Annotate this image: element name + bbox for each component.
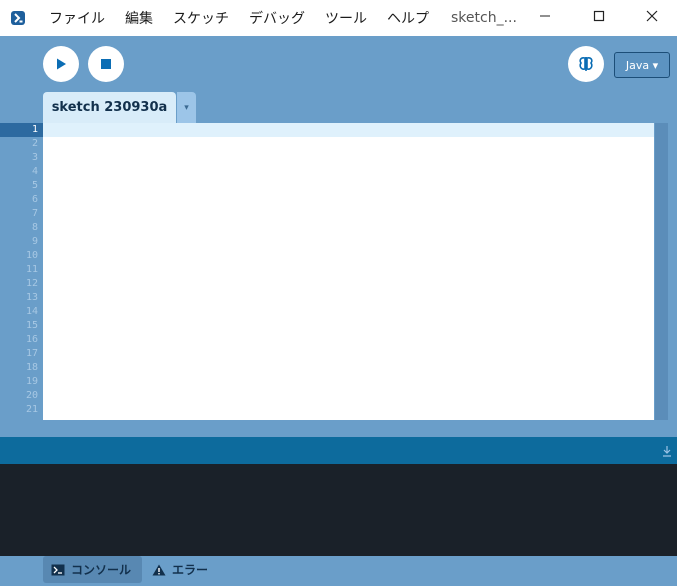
line-number: 7 bbox=[31, 208, 38, 219]
menu-tools[interactable]: ツール bbox=[315, 0, 377, 36]
title-bar: ファイル 編集 スケッチ デバッグ ツール ヘルプ sketch_... bbox=[0, 0, 677, 36]
line-number: 17 bbox=[25, 348, 38, 359]
editor-scrollbar[interactable] bbox=[655, 123, 668, 420]
tab-errors[interactable]: エラー bbox=[144, 556, 216, 583]
arrow-down-icon bbox=[663, 446, 671, 457]
window-title: sketch_... bbox=[451, 10, 517, 26]
line-number: 20 bbox=[25, 390, 38, 401]
line-number: 10 bbox=[25, 250, 38, 261]
menu-edit[interactable]: 編集 bbox=[115, 0, 163, 36]
line-number: 2 bbox=[31, 138, 38, 149]
tab-sketch[interactable]: sketch 230930a bbox=[43, 92, 176, 123]
menu-debug[interactable]: デバッグ bbox=[239, 0, 315, 36]
tab-console-label: コンソール bbox=[71, 563, 132, 577]
line-number: 8 bbox=[31, 222, 38, 233]
current-line-highlight bbox=[43, 123, 654, 137]
tab-console[interactable]: コンソール bbox=[43, 556, 142, 583]
line-number: 12 bbox=[25, 278, 38, 289]
tab-menu-button[interactable]: ▾ bbox=[177, 92, 196, 123]
line-number: 3 bbox=[31, 152, 38, 163]
line-number: 19 bbox=[25, 376, 38, 387]
console-clear-button[interactable] bbox=[660, 444, 674, 458]
processing-logo-icon[interactable] bbox=[0, 0, 36, 36]
debug-button[interactable] bbox=[568, 46, 604, 82]
play-icon bbox=[57, 58, 66, 70]
minimize-button[interactable] bbox=[520, 0, 570, 32]
line-number: 21 bbox=[25, 404, 38, 415]
line-number: 5 bbox=[31, 180, 38, 191]
minimize-icon bbox=[540, 15, 550, 17]
line-number-gutter: 1 2 3 4 5 6 7 8 9 10 11 12 13 14 15 16 17 18 19 20 21 bbox=[0, 123, 43, 420]
menu-sketch[interactable]: スケッチ bbox=[163, 0, 239, 36]
line-number: 13 bbox=[25, 292, 38, 303]
close-button[interactable] bbox=[627, 0, 677, 32]
menu-file[interactable]: ファイル bbox=[36, 0, 115, 36]
stop-button[interactable] bbox=[88, 46, 124, 82]
line-number: 11 bbox=[25, 264, 38, 275]
line-number: 14 bbox=[25, 306, 38, 317]
line-number: 15 bbox=[25, 320, 38, 331]
menu-help[interactable]: ヘルプ bbox=[377, 0, 439, 36]
terminal-icon bbox=[51, 564, 65, 576]
stop-icon bbox=[101, 59, 111, 69]
console-header[interactable] bbox=[0, 437, 677, 464]
close-icon bbox=[646, 10, 658, 22]
run-button[interactable] bbox=[43, 46, 79, 82]
maximize-button[interactable] bbox=[574, 0, 624, 32]
line-number: 4 bbox=[31, 166, 38, 177]
console-output[interactable] bbox=[0, 464, 677, 556]
mode-select[interactable]: Java ▾ bbox=[614, 52, 670, 78]
warning-icon bbox=[152, 564, 166, 576]
line-number: 18 bbox=[25, 362, 38, 373]
line-number: 1 bbox=[0, 123, 43, 137]
line-number: 6 bbox=[31, 194, 38, 205]
code-editor[interactable] bbox=[43, 123, 654, 420]
line-number: 9 bbox=[31, 236, 38, 247]
tab-errors-label: エラー bbox=[172, 563, 209, 577]
butterfly-icon bbox=[579, 57, 593, 71]
line-number: 16 bbox=[25, 334, 38, 345]
maximize-icon bbox=[593, 10, 605, 22]
